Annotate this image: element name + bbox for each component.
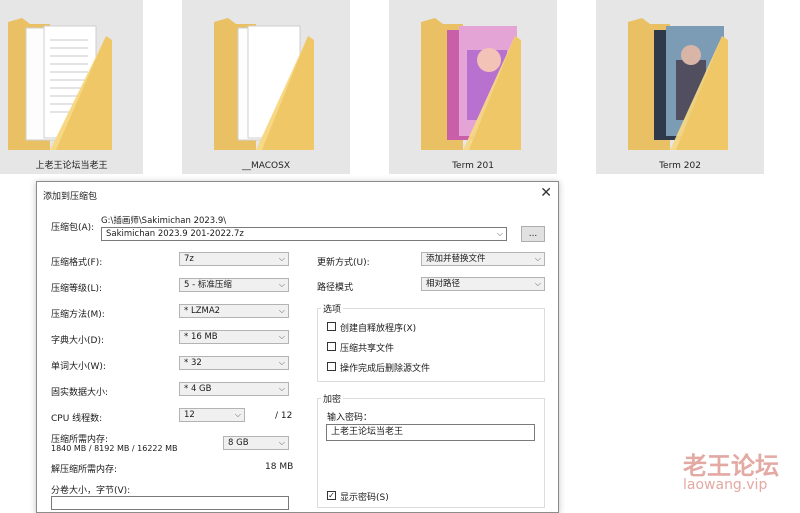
threads-total: / 12: [275, 411, 293, 421]
format-label: 压缩格式(F):: [51, 258, 103, 268]
chevron-down-icon: ⌵: [534, 279, 541, 288]
format-select[interactable]: 7z ⌵: [179, 252, 289, 266]
chevron-down-icon: ⌵: [278, 254, 285, 263]
password-input[interactable]: 上老王论坛当老王: [326, 424, 535, 441]
chevron-down-icon: ⌵: [234, 410, 241, 419]
folder-name: Term 201: [452, 161, 494, 171]
close-icon[interactable]: ✕: [540, 185, 552, 201]
chevron-down-icon: ⌵: [278, 332, 285, 341]
chevron-down-icon: ⌵: [278, 280, 285, 289]
dialog-title: 添加到压缩包: [43, 192, 98, 202]
show-password-checkbox[interactable]: ✓: [327, 491, 336, 500]
folder-name: Term 202: [659, 161, 701, 171]
level-label: 压缩等级(L):: [51, 284, 103, 294]
archive-path: G:\插画师\Sakimichan 2023.9\: [101, 216, 227, 226]
folder-tile-3[interactable]: Term 201: [389, 0, 557, 174]
delete-checkbox[interactable]: [327, 362, 336, 371]
folder-name: 上老王论坛当老王: [35, 161, 108, 171]
solid-value: * 4 GB: [184, 384, 212, 394]
word-select[interactable]: * 32 ⌵: [179, 356, 289, 370]
archive-name-value: Sakimichan 2023.9 201-2022.7z: [106, 229, 244, 239]
level-value: 5 - 标准压缩: [184, 280, 232, 290]
browse-button[interactable]: ...: [521, 226, 545, 242]
add-to-archive-dialog: 添加到压缩包 ✕ 压缩包(A): G:\插画师\Sakimichan 2023.…: [36, 181, 559, 513]
folder-tile-2[interactable]: __MACOSX: [182, 0, 350, 174]
shared-checkbox[interactable]: [327, 342, 336, 351]
path-mode-select[interactable]: 相对路径 ⌵: [421, 277, 545, 291]
options-title: 选项: [321, 302, 344, 315]
method-value: * LZMA2: [184, 306, 221, 316]
watermark-title: 老王论坛: [683, 452, 779, 480]
mem-comp-value: 8 GB: [228, 438, 249, 448]
chevron-down-icon: ⌵: [278, 358, 285, 367]
sfx-checkbox[interactable]: [327, 322, 336, 331]
method-select[interactable]: * LZMA2 ⌵: [179, 304, 289, 318]
delete-label: 操作完成后删除源文件: [340, 364, 431, 374]
threads-value: 12: [184, 410, 195, 420]
threads-select[interactable]: 12 ⌵: [179, 408, 245, 422]
folder-icon: [8, 18, 112, 150]
dict-label: 字典大小(D):: [51, 336, 104, 346]
encryption-title: 加密: [321, 392, 344, 405]
password-label: 输入密码：: [327, 413, 373, 423]
update-value: 添加并替换文件: [426, 254, 486, 264]
path-mode-value: 相对路径: [426, 279, 461, 289]
archive-name-input[interactable]: Sakimichan 2023.9 201-2022.7z ⌵: [101, 227, 507, 241]
chevron-down-icon: ⌵: [278, 306, 285, 315]
folder-icon: [214, 18, 314, 150]
threads-label: CPU 线程数:: [51, 414, 103, 424]
method-label: 压缩方法(M):: [51, 310, 105, 320]
folder-name: __MACOSX: [241, 161, 290, 171]
folder-icon: [421, 18, 521, 150]
path-mode-label: 路径模式: [317, 283, 354, 293]
folder-tile-4[interactable]: Term 202: [596, 0, 764, 174]
mem-decomp-value: 18 MB: [265, 462, 294, 472]
chevron-down-icon: ⌵: [496, 229, 503, 238]
folder-tile-1[interactable]: 上老王论坛当老王: [0, 0, 143, 174]
word-label: 单词大小(W):: [51, 362, 106, 372]
sfx-label: 创建自释放程序(X): [340, 324, 417, 334]
mem-decomp-label: 解压缩所需内存:: [51, 465, 118, 475]
folder-icon: [628, 18, 728, 150]
shared-label: 压缩共享文件: [340, 344, 395, 354]
word-value: * 32: [184, 358, 202, 368]
format-value: 7z: [184, 254, 194, 264]
solid-select[interactable]: * 4 GB ⌵: [179, 382, 289, 396]
chevron-down-icon: ⌵: [278, 384, 285, 393]
dict-value: * 16 MB: [184, 332, 218, 342]
solid-label: 固实数据大小:: [51, 388, 109, 398]
title-bar: 添加到压缩包 ✕: [37, 182, 558, 206]
archive-label: 压缩包(A):: [51, 223, 95, 233]
split-size-input[interactable]: [51, 496, 289, 510]
split-label: 分卷大小，字节(V):: [51, 486, 131, 496]
watermark-url: laowang.vip: [683, 477, 768, 493]
mem-comp-detail: 1840 MB / 8192 MB / 16222 MB: [51, 444, 178, 453]
chevron-down-icon: ⌵: [278, 438, 285, 447]
dict-select[interactable]: * 16 MB ⌵: [179, 330, 289, 344]
level-select[interactable]: 5 - 标准压缩 ⌵: [179, 278, 289, 292]
update-label: 更新方式(U):: [317, 258, 370, 268]
mem-comp-select[interactable]: 8 GB ⌵: [223, 436, 289, 450]
chevron-down-icon: ⌵: [534, 254, 541, 263]
show-password-label: 显示密码(S): [340, 493, 389, 503]
update-select[interactable]: 添加并替换文件 ⌵: [421, 252, 545, 266]
